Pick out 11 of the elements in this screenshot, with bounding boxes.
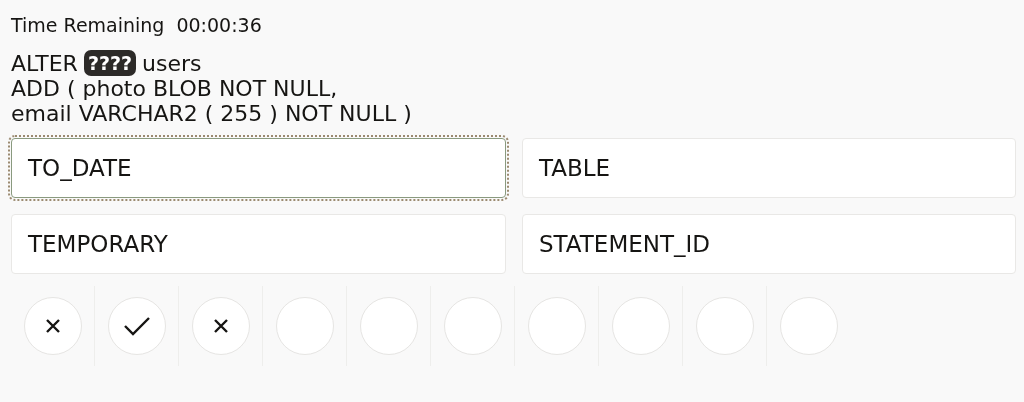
question-text: ADD ( photo BLOB NOT NULL, bbox=[11, 76, 339, 101]
question-text: users bbox=[142, 50, 202, 76]
answer-option[interactable]: TEMPORARY bbox=[11, 214, 506, 274]
answer-option[interactable]: TABLE bbox=[522, 138, 1016, 198]
timer-label: Time Remaining bbox=[11, 14, 165, 36]
blank-badge: ???? bbox=[83, 50, 136, 76]
answer-option[interactable]: TO_DATE bbox=[11, 138, 506, 198]
question-text: email VARCHAR2 ( 255 ) NOT NULL ) bbox=[11, 101, 413, 126]
answer-option[interactable]: STATEMENT_ID bbox=[522, 214, 1016, 274]
question-text: ALTER bbox=[11, 50, 78, 76]
timer-value: 00:00:36 bbox=[176, 14, 262, 36]
